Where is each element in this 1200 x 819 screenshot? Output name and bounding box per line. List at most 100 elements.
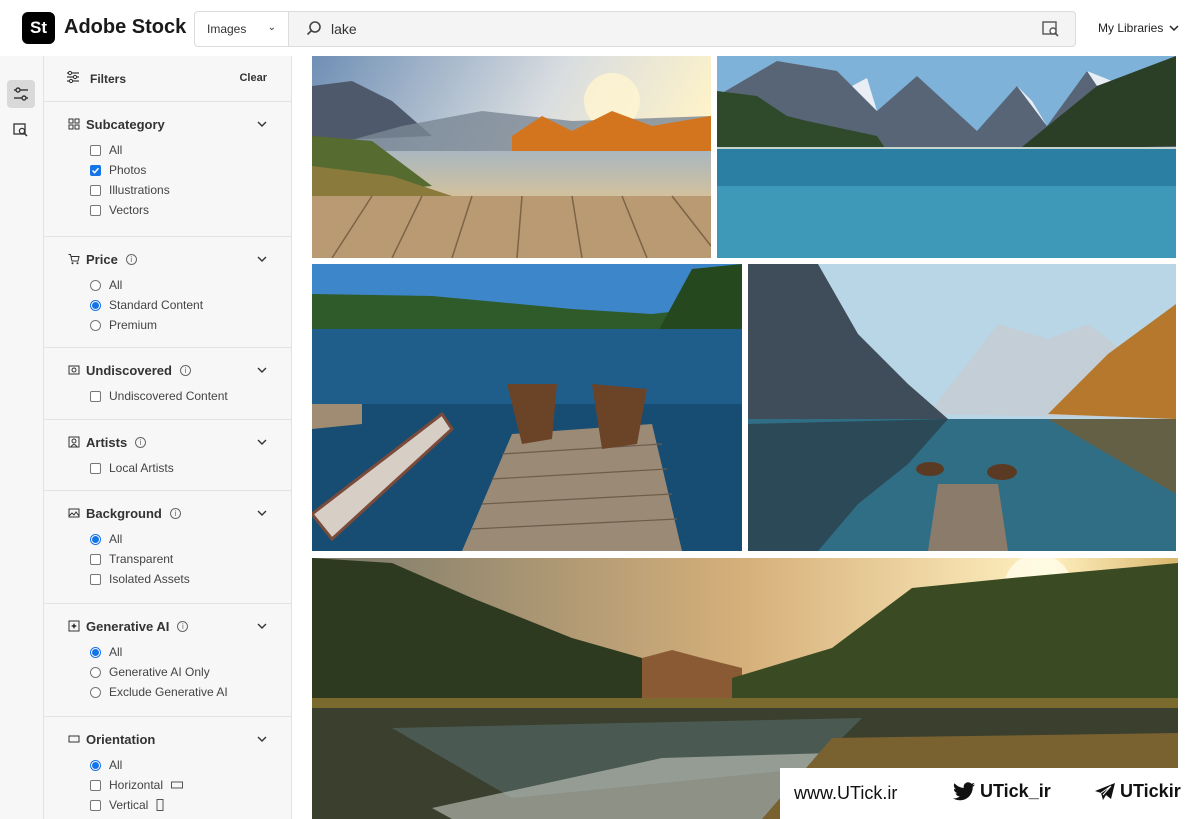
filter-section-generative-ai: Generative AI i All Generative AI Only E…: [44, 604, 291, 717]
info-icon[interactable]: i: [169, 507, 181, 519]
watermark-twitter-handle: UTick_ir: [980, 781, 1051, 801]
radio-selected[interactable]: [90, 759, 101, 771]
result-image-mountain-lake[interactable]: [717, 56, 1176, 258]
option-photos[interactable]: Photos: [90, 160, 267, 180]
search-input[interactable]: [331, 17, 981, 41]
discover-icon: [68, 365, 80, 375]
watermark-site: www.UTick.ir: [794, 783, 898, 803]
visual-search-rail-button[interactable]: [7, 116, 35, 144]
option-label: Premium: [109, 318, 158, 332]
search-icon: [306, 21, 321, 36]
info-icon[interactable]: i: [135, 436, 147, 448]
logo-text: St: [30, 18, 47, 37]
horizontal-rect-icon: [171, 781, 184, 789]
option-label: All: [109, 532, 123, 546]
adobe-stock-logo[interactable]: St: [22, 12, 55, 44]
radio[interactable]: [90, 279, 101, 291]
section-title: Artists: [86, 434, 128, 450]
checkbox[interactable]: [90, 799, 101, 811]
section-header[interactable]: Background i: [68, 503, 267, 523]
radio[interactable]: [90, 686, 101, 698]
checkbox[interactable]: [90, 184, 101, 196]
radio-selected[interactable]: [90, 646, 101, 658]
option-premium[interactable]: Premium: [90, 315, 267, 335]
checkbox-checked[interactable]: [90, 164, 101, 176]
image-icon: [68, 508, 80, 518]
filter-section-price: Price i All Standard Content Premium: [44, 237, 291, 348]
option-label: All: [109, 758, 123, 772]
results-grid: [312, 56, 1188, 819]
option-local-artists[interactable]: Local Artists: [90, 458, 267, 478]
result-image-sunset-deck[interactable]: [312, 56, 711, 258]
option-all[interactable]: All: [90, 529, 267, 549]
checkbox[interactable]: [90, 204, 101, 216]
chevron-down-icon: [257, 367, 267, 373]
dock-chairs-photo: [312, 264, 742, 551]
option-vertical[interactable]: Vertical: [90, 795, 267, 815]
my-libraries-menu[interactable]: My Libraries: [1098, 21, 1179, 35]
chevron-down-icon: [257, 623, 267, 629]
section-title: Generative AI: [86, 618, 170, 634]
alpine-lake-photo: [748, 264, 1176, 551]
option-all[interactable]: All: [90, 275, 267, 295]
watermark-telegram-handle: UTickir: [1120, 781, 1181, 801]
chevron-down-icon: [257, 121, 267, 127]
section-header[interactable]: Generative AI i: [68, 616, 267, 636]
asset-type-value: Images: [207, 22, 247, 36]
option-all[interactable]: All: [90, 755, 267, 775]
option-vectors[interactable]: Vectors: [90, 200, 267, 220]
chevron-down-icon: [257, 439, 267, 445]
radio[interactable]: [90, 319, 101, 331]
option-label: Transparent: [109, 552, 174, 566]
option-undiscovered-content[interactable]: Undiscovered Content: [90, 386, 267, 406]
clear-filters-button[interactable]: Clear: [239, 72, 267, 84]
result-image-alpine-boats[interactable]: [748, 264, 1176, 551]
result-image-dock-chairs[interactable]: [312, 264, 742, 551]
checkbox[interactable]: [90, 462, 101, 474]
filter-section-undiscovered: Undiscovered i Undiscovered Content: [44, 348, 291, 420]
option-horizontal[interactable]: Horizontal: [90, 775, 267, 795]
option-all[interactable]: All: [90, 642, 267, 662]
filter-section-subcategory: Subcategory All Photos Illustrations Vec…: [44, 102, 291, 237]
section-header[interactable]: Undiscovered i: [68, 360, 267, 380]
checkbox[interactable]: [90, 553, 101, 565]
section-header[interactable]: Artists i: [68, 432, 267, 452]
option-exclude-generative-ai[interactable]: Exclude Generative AI: [90, 682, 267, 702]
option-all[interactable]: All: [90, 140, 267, 160]
checkbox[interactable]: [90, 573, 101, 585]
option-label: Generative AI Only: [109, 665, 210, 679]
info-icon[interactable]: i: [177, 620, 189, 632]
twitter-bird-icon: [953, 781, 975, 800]
option-label: All: [109, 278, 123, 292]
option-label: Vectors: [109, 203, 150, 217]
section-header[interactable]: Subcategory: [68, 114, 267, 134]
info-icon[interactable]: i: [125, 253, 137, 265]
option-isolated-assets[interactable]: Isolated Assets: [90, 569, 267, 589]
checkbox[interactable]: [90, 779, 101, 791]
lake-sunset-photo: [312, 56, 711, 258]
radio-selected[interactable]: [90, 299, 101, 311]
filter-sliders-icon: [67, 70, 79, 84]
option-generative-ai-only[interactable]: Generative AI Only: [90, 662, 267, 682]
option-illustrations[interactable]: Illustrations: [90, 180, 267, 200]
radio-selected[interactable]: [90, 533, 101, 545]
vertical-rect-icon: [156, 799, 164, 811]
checkbox[interactable]: [90, 144, 101, 156]
option-transparent[interactable]: Transparent: [90, 549, 267, 569]
filter-section-background: Background i All Transparent Isolated As…: [44, 491, 291, 604]
rectangle-icon: [68, 735, 80, 743]
section-header[interactable]: Price i: [68, 249, 267, 269]
option-label: Exclude Generative AI: [109, 685, 228, 699]
section-header[interactable]: Orientation: [68, 729, 267, 749]
info-icon[interactable]: i: [179, 364, 191, 376]
brand-name[interactable]: Adobe Stock: [64, 16, 186, 39]
checkbox[interactable]: [90, 390, 101, 402]
my-libraries-label: My Libraries: [1098, 21, 1164, 35]
cart-icon: [68, 254, 80, 265]
option-standard-content[interactable]: Standard Content: [90, 295, 267, 315]
filters-toggle-button[interactable]: [7, 80, 35, 108]
asset-type-select[interactable]: Images ⌄: [195, 12, 289, 46]
radio[interactable]: [90, 666, 101, 678]
visual-search-icon[interactable]: [1041, 20, 1061, 38]
grid-icon: [68, 118, 80, 130]
